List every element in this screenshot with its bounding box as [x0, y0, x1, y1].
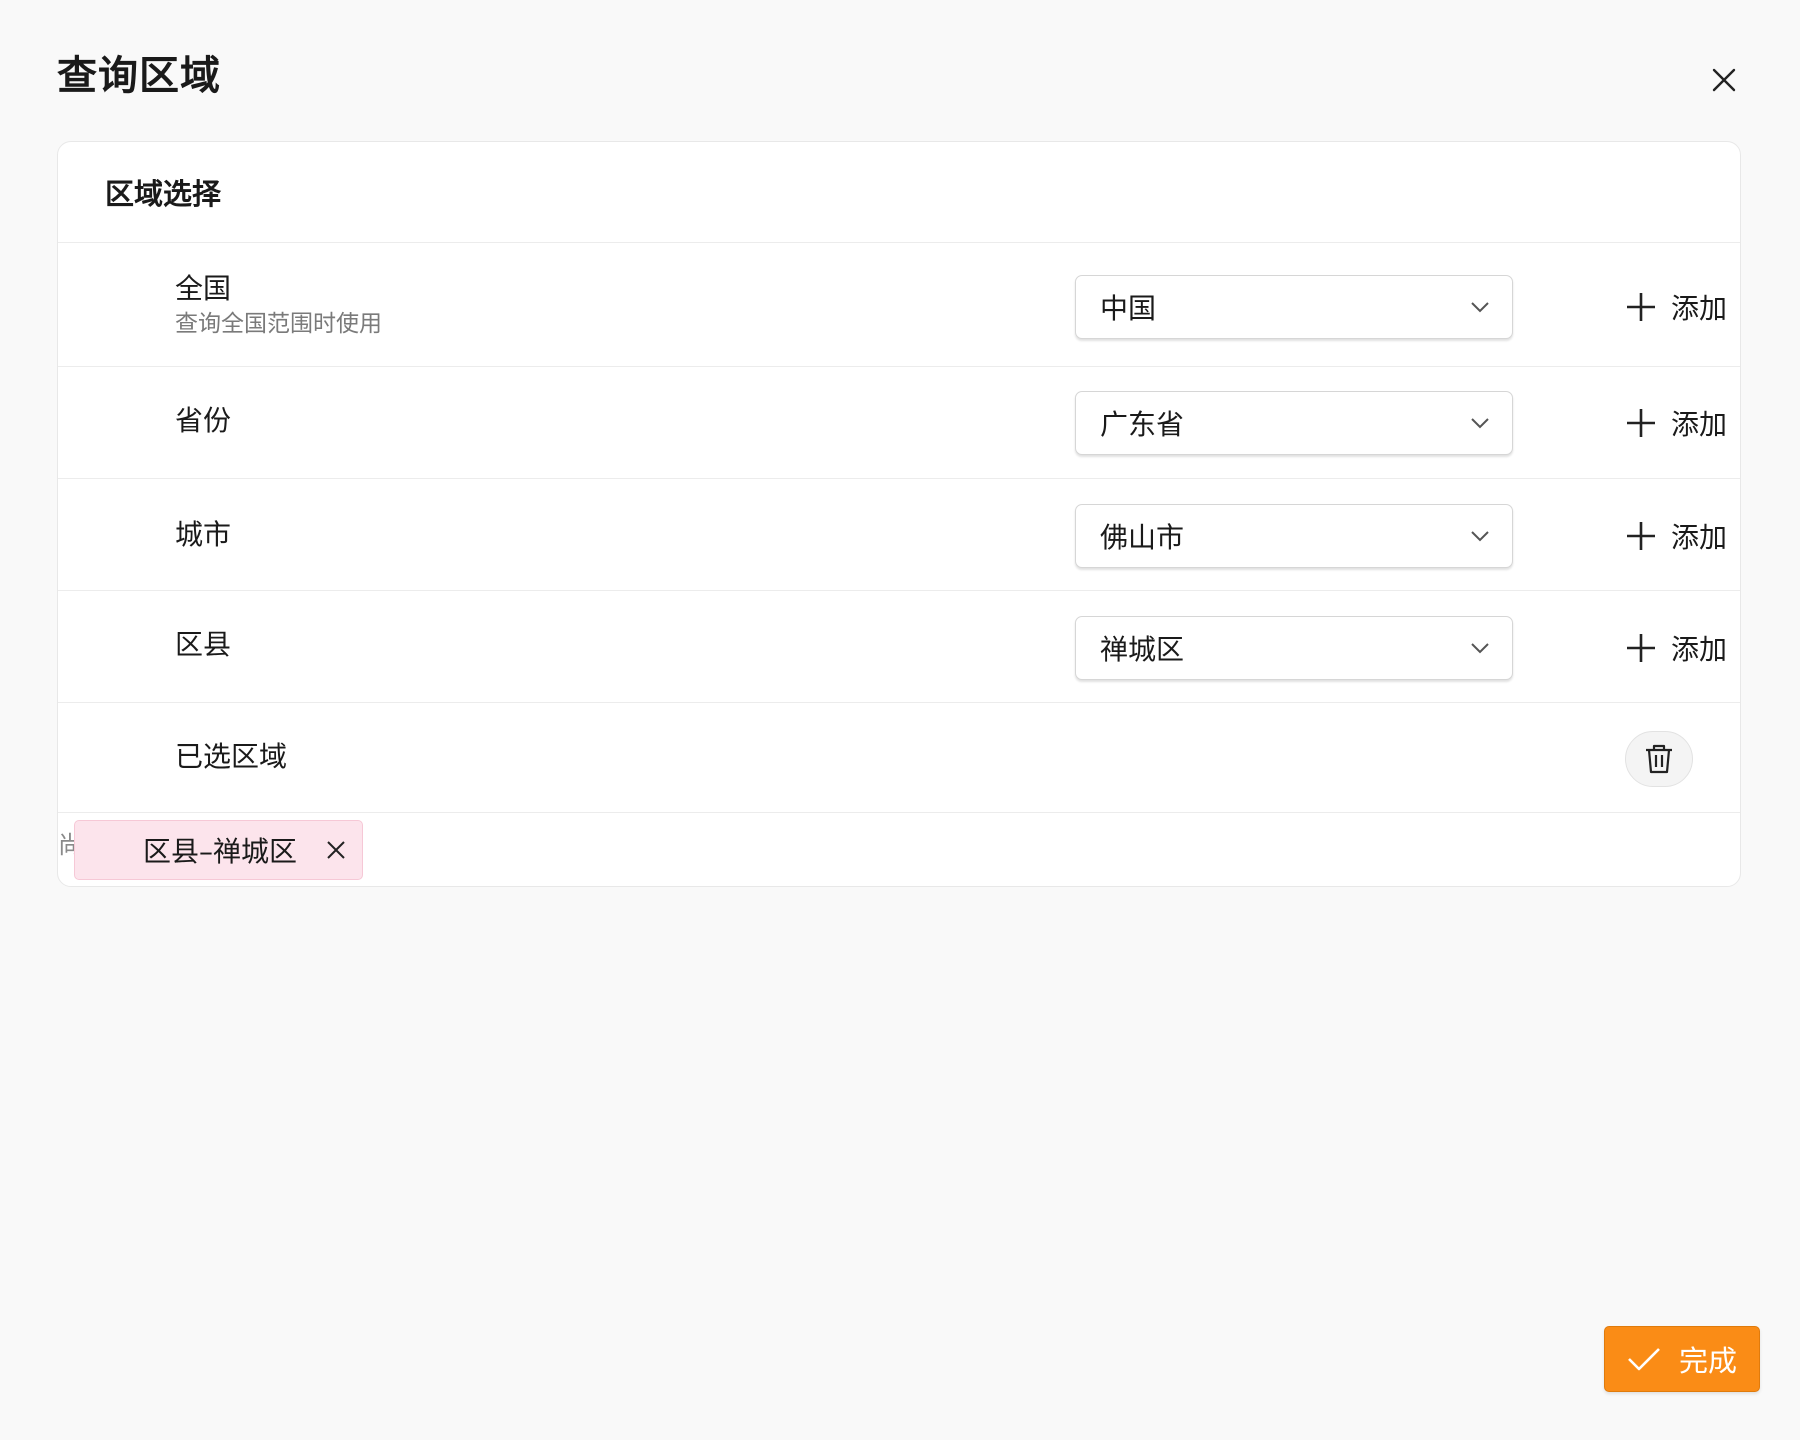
- chevron-down-icon: [1471, 418, 1489, 429]
- row-label: 已选区域: [175, 740, 288, 773]
- selected-chip-area: 尚 区县–禅城区: [58, 813, 1740, 886]
- add-label: 添加: [1671, 292, 1728, 325]
- add-province-button[interactable]: 添加: [1625, 398, 1727, 448]
- close-icon: [1712, 68, 1736, 92]
- plus-icon: [1627, 634, 1655, 662]
- row-province: 省份 广东省 添加: [58, 367, 1740, 479]
- plus-icon: [1627, 409, 1655, 437]
- select-value: 中国: [1100, 292, 1157, 325]
- add-district-button[interactable]: 添加: [1625, 623, 1727, 673]
- province-select[interactable]: 广东省: [1075, 391, 1513, 455]
- row-label: 省份: [175, 404, 232, 437]
- done-button[interactable]: 完成: [1604, 1326, 1760, 1392]
- plus-icon: [1627, 293, 1655, 321]
- empty-hint: 尚: [58, 825, 74, 860]
- check-icon: [1628, 1348, 1660, 1371]
- selected-chip: 区县–禅城区: [74, 820, 363, 880]
- row-label: 全国: [175, 272, 232, 305]
- dialog-title: 查询区域: [57, 53, 221, 99]
- clear-all-button[interactable]: [1625, 731, 1693, 787]
- region-card: 区域选择 全国 查询全国范围时使用 中国 添加 省份 广东省 添加 城市 佛山市: [57, 141, 1741, 887]
- add-label: 添加: [1671, 521, 1728, 554]
- plus-icon: [1627, 522, 1655, 550]
- add-label: 添加: [1671, 408, 1728, 441]
- chevron-down-icon: [1471, 531, 1489, 542]
- chip-label: 区县–禅城区: [143, 835, 298, 868]
- add-label: 添加: [1671, 633, 1728, 666]
- select-value: 禅城区: [1100, 633, 1185, 666]
- district-select[interactable]: 禅城区: [1075, 616, 1513, 680]
- close-button[interactable]: [1700, 56, 1748, 104]
- row-sublabel: 查询全国范围时使用: [175, 311, 382, 337]
- row-country: 全国 查询全国范围时使用 中国 添加: [58, 243, 1740, 367]
- row-label: 区县: [175, 628, 232, 661]
- add-country-button[interactable]: 添加: [1625, 282, 1727, 332]
- city-select[interactable]: 佛山市: [1075, 504, 1513, 568]
- done-label: 完成: [1678, 1344, 1737, 1378]
- select-value: 佛山市: [1100, 521, 1185, 554]
- chip-remove-button[interactable]: [322, 836, 350, 864]
- add-city-button[interactable]: 添加: [1625, 511, 1727, 561]
- trash-icon: [1646, 744, 1672, 774]
- row-selected: 已选区域: [58, 703, 1740, 813]
- row-district: 区县 禅城区 添加: [58, 591, 1740, 703]
- row-city: 城市 佛山市 添加: [58, 479, 1740, 591]
- select-value: 广东省: [1100, 408, 1185, 441]
- row-label: 城市: [175, 518, 232, 551]
- card-title: 区域选择: [58, 142, 1740, 243]
- chevron-down-icon: [1471, 643, 1489, 654]
- close-icon: [327, 841, 345, 859]
- chevron-down-icon: [1471, 302, 1489, 313]
- country-select[interactable]: 中国: [1075, 275, 1513, 339]
